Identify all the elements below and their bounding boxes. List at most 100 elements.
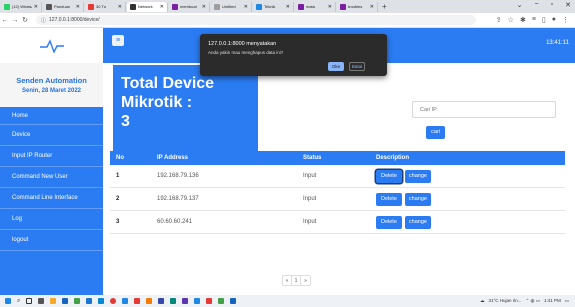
tray-icons[interactable]: ⌃ ◍ ▭ (526, 298, 540, 304)
app-icon[interactable] (74, 297, 81, 304)
extensions-icon[interactable]: ✱ (520, 16, 526, 24)
row-ip: 192.168.79.136 (157, 173, 199, 179)
browser-tab-active[interactable]: Network ✕ (127, 1, 168, 12)
close-tab-icon[interactable]: ✕ (244, 4, 248, 10)
close-tab-icon[interactable]: ✕ (76, 4, 80, 10)
app-icon[interactable] (134, 297, 141, 304)
tab-search-icon[interactable]: ⌄ (517, 1, 523, 9)
notification-icon[interactable]: ▭ (565, 298, 569, 304)
widgets-icon[interactable] (38, 297, 45, 304)
store-icon[interactable] (62, 297, 69, 304)
menu-icon[interactable]: ⋮ (562, 16, 569, 24)
sidebar-item-command-line-interface[interactable]: Command Line Interface (0, 188, 103, 209)
app-icon[interactable] (98, 297, 105, 304)
dialog-cancel-button[interactable]: Batal (349, 62, 365, 71)
sidebar-item-device[interactable]: Device (0, 125, 103, 146)
app-icon[interactable] (122, 297, 129, 304)
sidebar-item-home[interactable]: Home (0, 107, 103, 125)
pagination-next[interactable]: » (301, 276, 310, 285)
reload-icon[interactable]: ↻ (20, 16, 30, 24)
taskbar-clock[interactable]: 1:41 PM (544, 298, 561, 304)
sidebar-item-logout[interactable]: logout (0, 230, 103, 251)
close-window-icon[interactable]: ✕ (565, 1, 571, 9)
whatsapp-icon (4, 3, 10, 10)
delete-button[interactable]: Delete (376, 192, 402, 206)
pagination: « 1 » (282, 275, 311, 286)
delete-button[interactable]: Delete (376, 169, 402, 183)
tab-label: Network (138, 4, 153, 9)
extensions-area: ⇪ ☆ ✱ ≡ ▯ ● ⋮ (496, 16, 569, 24)
change-button[interactable]: change (404, 192, 431, 206)
share-icon[interactable]: ⇪ (496, 16, 502, 24)
app-icon[interactable] (146, 297, 153, 304)
url-text: 127.0.0.1:8000/device/ (49, 17, 100, 23)
new-tab-button[interactable]: + (382, 2, 387, 11)
close-tab-icon[interactable]: ✕ (370, 4, 374, 10)
app-icon[interactable] (206, 297, 213, 304)
pagination-prev[interactable]: « (283, 276, 292, 285)
close-tab-icon[interactable]: ✕ (160, 4, 164, 10)
hamburger-icon: ≡ (115, 37, 121, 44)
profile-icon[interactable]: ● (552, 16, 556, 24)
info-icon[interactable]: ⓘ (41, 17, 46, 24)
browser-tab[interactable]: (12) WhatsApp✕ (1, 1, 42, 12)
maximize-icon[interactable]: ▫ (551, 1, 553, 9)
back-icon[interactable]: ← (0, 17, 10, 24)
row-no: 2 (116, 196, 120, 202)
tab-label: membuat (180, 4, 197, 9)
browser-tab[interactable]: Panduan ✕ (43, 1, 84, 12)
tab-label: 30 Tu (96, 4, 107, 9)
browser-tab[interactable]: 30 Tu ✕ (85, 1, 126, 12)
star-icon[interactable]: ☆ (508, 16, 514, 24)
youtube-icon (88, 3, 94, 10)
change-button[interactable]: change (404, 169, 431, 183)
close-tab-icon[interactable]: ✕ (328, 4, 332, 10)
system-tray: ☁ 31°C Hujan rin... ⌃ ◍ ▭ 1:41 PM ▭ (480, 298, 569, 304)
url-input[interactable]: ⓘ 127.0.0.1:8000/device/ (36, 15, 476, 25)
app-icon[interactable] (182, 297, 189, 304)
card-title-line2: Mikrotik : (121, 94, 193, 111)
chrome-icon[interactable] (110, 297, 117, 304)
close-tab-icon[interactable]: ✕ (34, 4, 38, 10)
task-view-icon[interactable] (26, 297, 33, 304)
app-icon[interactable] (158, 297, 165, 304)
close-tab-icon[interactable]: ✕ (118, 4, 122, 10)
app-icon[interactable] (230, 297, 237, 304)
browser-tab[interactable]: troubles ✕ (337, 1, 378, 12)
app-icon[interactable] (170, 297, 177, 304)
current-date: Senin, 28 Maret 2022 (21, 88, 82, 94)
os-taskbar: ⌕ ☁ 31°C Hujan rin... ⌃ ◍ ▭ 1:41 PM ▭ (0, 295, 575, 307)
sidebar-item-command-new-user[interactable]: Command New User (0, 167, 103, 188)
tab-label: Teknik (264, 4, 276, 9)
windows-start-icon[interactable] (5, 297, 11, 304)
search-icon[interactable]: ⌕ (17, 298, 20, 305)
close-tab-icon[interactable]: ✕ (202, 4, 206, 10)
app-icon[interactable] (86, 297, 93, 304)
close-tab-icon[interactable]: ✕ (286, 4, 290, 10)
app-icon[interactable] (218, 297, 225, 304)
search-button[interactable]: cari (426, 126, 445, 139)
sidebar-item-log[interactable]: Log (0, 209, 103, 230)
weather-text[interactable]: 31°C Hujan rin... (488, 298, 521, 304)
browser-tab[interactable]: mata ✕ (295, 1, 336, 12)
file-explorer-icon[interactable] (50, 297, 57, 304)
clock: 13:41:11 (546, 40, 569, 46)
browser-tab[interactable]: Teknik ✕ (253, 1, 294, 12)
dialog-ok-button[interactable]: Oke (328, 62, 344, 71)
browser-tab[interactable]: membuat ✕ (169, 1, 210, 12)
change-button[interactable]: change (404, 215, 431, 229)
tab-label: Untitled (222, 4, 236, 9)
delete-button[interactable]: Delete (376, 215, 402, 229)
minimize-icon[interactable]: − (535, 1, 539, 9)
doc-icon (298, 3, 304, 10)
browser-tab[interactable]: Untitled ✕ (211, 1, 252, 12)
pagination-page[interactable]: 1 (292, 276, 301, 285)
reading-list-icon[interactable]: ≡ (532, 16, 536, 24)
sidebar-icon[interactable]: ▯ (542, 16, 546, 24)
sidebar-item-input-ip-router[interactable]: Input IP Router (0, 146, 103, 167)
app-icon[interactable] (194, 297, 201, 304)
forward-icon[interactable]: → (10, 17, 20, 24)
sidebar-toggle-button[interactable]: ≡ (112, 35, 124, 46)
row-ip: 60.60.60.241 (157, 219, 193, 225)
search-input[interactable] (412, 101, 556, 118)
